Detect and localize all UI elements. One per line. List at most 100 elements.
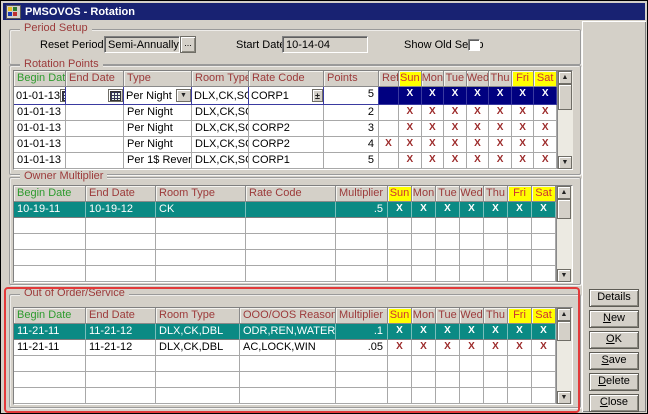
col-ooo-reason[interactable]: OOO/OOS Reason: [240, 308, 336, 324]
day-cell[interactable]: X: [388, 202, 412, 218]
day-cell[interactable]: X: [422, 137, 445, 153]
day-cell-mon[interactable]: X: [422, 87, 445, 105]
col-end-date[interactable]: End Date: [86, 308, 156, 324]
ref-cell[interactable]: [379, 87, 399, 105]
day-cell[interactable]: X: [489, 121, 512, 137]
col-sun[interactable]: Sun: [388, 308, 412, 324]
day-cell[interactable]: X: [512, 121, 535, 137]
day-cell[interactable]: X: [436, 324, 460, 340]
multiplier-cell[interactable]: .1: [336, 324, 388, 340]
col-ref[interactable]: Ref.: [379, 71, 399, 87]
rotation-row[interactable]: 01-01-13 Per 1$ Revenu DLX,CK,SGK,KI COR…: [14, 153, 557, 169]
type-cell[interactable]: Per 1$ Revenu: [124, 153, 192, 169]
end-date-cell[interactable]: 10-19-12: [86, 202, 156, 218]
col-fri[interactable]: Fri: [512, 71, 535, 87]
col-points[interactable]: Points: [324, 71, 379, 87]
room-type-cell[interactable]: DLX,CK,DBL: [156, 324, 240, 340]
day-cell-thu[interactable]: X: [489, 87, 512, 105]
titlebar[interactable]: PMSOVOS - Rotation: [3, 3, 645, 20]
day-cell-fri[interactable]: X: [512, 87, 535, 105]
col-room-type[interactable]: Room Type: [192, 71, 249, 87]
day-cell-sat[interactable]: X: [534, 87, 557, 105]
day-cell[interactable]: X: [467, 121, 490, 137]
day-cell[interactable]: X: [460, 202, 484, 218]
empty-row[interactable]: [14, 250, 556, 266]
col-sat[interactable]: Sat: [532, 186, 556, 202]
room-type-cell[interactable]: DLX,CK,SGK,KI: [192, 153, 249, 169]
day-cell[interactable]: X: [508, 202, 532, 218]
reason-cell[interactable]: AC,LOCK,WIN: [240, 340, 336, 356]
col-fri[interactable]: Fri: [508, 308, 532, 324]
ooo-scrollbar[interactable]: ▲ ▼: [556, 308, 572, 404]
begin-date-cell[interactable]: 01-01-13: [14, 121, 66, 137]
end-date-cell[interactable]: [66, 137, 124, 153]
begin-date-cell[interactable]: 01-01-13: [14, 87, 66, 105]
col-room-type[interactable]: Room Type: [156, 308, 240, 324]
rotation-edit-row[interactable]: 01-01-13 Per Night ▼ DLX,CK,SGI ±: [14, 87, 557, 105]
owner-row-selected[interactable]: 10-19-11 10-19-12 CK .5 X X X X X X X: [14, 202, 556, 218]
day-cell[interactable]: X: [484, 324, 508, 340]
empty-row[interactable]: [14, 388, 556, 404]
calendar-icon[interactable]: [108, 89, 123, 102]
day-cell[interactable]: X: [444, 105, 467, 121]
day-cell[interactable]: X: [399, 153, 422, 169]
col-multiplier[interactable]: Multiplier: [336, 308, 388, 324]
delete-button[interactable]: Delete: [589, 373, 639, 391]
scroll-down-icon[interactable]: ▼: [557, 391, 571, 404]
col-thu[interactable]: Thu: [484, 308, 508, 324]
empty-row[interactable]: [14, 356, 556, 372]
day-cell[interactable]: X: [399, 137, 422, 153]
col-sun[interactable]: Sun: [388, 186, 412, 202]
day-cell[interactable]: X: [484, 202, 508, 218]
scroll-down-icon[interactable]: ▼: [558, 156, 572, 169]
multiplier-cell[interactable]: .05: [336, 340, 388, 356]
ref-cell[interactable]: [379, 121, 399, 137]
room-type-cell[interactable]: DLX,CK,SGK,KI: [192, 121, 249, 137]
room-type-field[interactable]: DLX,CK,SGI ±: [192, 87, 249, 105]
owner-scrollbar[interactable]: ▲ ▼: [556, 186, 572, 282]
col-begin-date[interactable]: Begin Date: [14, 186, 86, 202]
rotation-row[interactable]: 01-01-13 Per Night DLX,CK,SGK,KI CORP2 4…: [14, 137, 557, 153]
day-cell[interactable]: X: [422, 153, 445, 169]
begin-date-cell[interactable]: 01-01-13: [14, 153, 66, 169]
scroll-up-icon[interactable]: ▲: [558, 71, 572, 84]
type-cell[interactable]: Per Night: [124, 137, 192, 153]
col-begin-date[interactable]: Begin Date: [14, 71, 66, 87]
day-cell[interactable]: X: [412, 324, 436, 340]
rate-code-cell[interactable]: [249, 105, 324, 121]
ref-cell[interactable]: [379, 105, 399, 121]
end-date-cell[interactable]: [66, 87, 124, 105]
rate-code-cell[interactable]: CORP2: [249, 121, 324, 137]
scroll-thumb[interactable]: [557, 321, 571, 341]
day-cell[interactable]: X: [436, 340, 460, 356]
day-cell-wed[interactable]: X: [467, 87, 490, 105]
day-cell[interactable]: X: [412, 202, 436, 218]
col-mon[interactable]: Mon: [412, 186, 436, 202]
col-thu[interactable]: Thu: [484, 186, 508, 202]
points-cell[interactable]: 5: [324, 87, 379, 105]
day-cell[interactable]: X: [534, 137, 557, 153]
day-cell[interactable]: X: [460, 340, 484, 356]
col-mon[interactable]: Mon: [422, 71, 445, 87]
col-sat[interactable]: Sat: [534, 71, 557, 87]
day-cell[interactable]: X: [467, 137, 490, 153]
day-cell[interactable]: X: [444, 137, 467, 153]
points-cell[interactable]: 2: [324, 105, 379, 121]
room-type-cell[interactable]: DLX,CK,SGK,KI: [192, 137, 249, 153]
col-end-date[interactable]: End Date: [66, 71, 124, 87]
empty-row[interactable]: [14, 372, 556, 388]
type-combobox[interactable]: Per Night ▼: [124, 87, 192, 105]
day-cell[interactable]: X: [444, 153, 467, 169]
scroll-up-icon[interactable]: ▲: [557, 186, 571, 199]
ooo-row[interactable]: 11-21-11 11-21-12 DLX,CK,DBL AC,LOCK,WIN…: [14, 340, 556, 356]
day-cell[interactable]: X: [534, 121, 557, 137]
col-tue[interactable]: Tue: [444, 71, 467, 87]
ooo-row-selected[interactable]: 11-21-11 11-21-12 DLX,CK,DBL ODR,REN,WAT…: [14, 324, 556, 340]
day-cell[interactable]: X: [484, 340, 508, 356]
day-cell-tue[interactable]: X: [444, 87, 467, 105]
room-type-cell[interactable]: DLX,CK,DBL: [156, 340, 240, 356]
day-cell[interactable]: X: [436, 202, 460, 218]
col-type[interactable]: Type: [124, 71, 192, 87]
day-cell[interactable]: X: [508, 324, 532, 340]
col-thu[interactable]: Thu: [489, 71, 512, 87]
